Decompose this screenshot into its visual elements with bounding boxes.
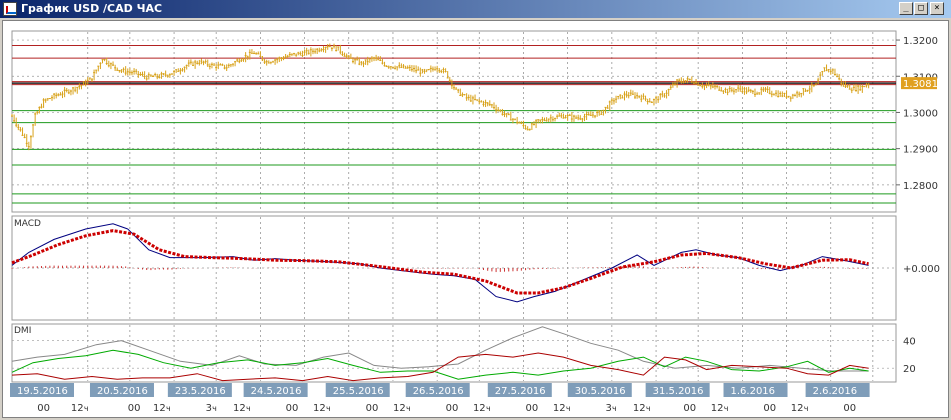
price-y-tick-label: 1.3000 xyxy=(903,108,938,119)
hour-label: 3 xyxy=(606,403,612,414)
price-y-tick-label: 1.2800 xyxy=(903,181,938,192)
hour-suffix: ч xyxy=(646,404,651,413)
hour-label: 00 xyxy=(763,403,776,414)
hour-label: 12 xyxy=(233,403,246,414)
price-y-tick-label: 1.2900 xyxy=(903,145,938,156)
hour-label: 12 xyxy=(393,403,406,414)
hour-label: 12 xyxy=(313,403,326,414)
hour-label: 00 xyxy=(366,403,379,414)
hour-suffix: ч xyxy=(84,404,89,413)
current-price-label: 1.3081 xyxy=(903,79,938,90)
hour-label: 00 xyxy=(128,403,141,414)
date-label: 23.5.2016 xyxy=(175,386,226,397)
date-label: 1.6.2016 xyxy=(731,386,776,397)
date-label: 31.5.2016 xyxy=(653,386,704,397)
date-label: 24.5.2016 xyxy=(251,386,302,397)
hour-suffix: ч xyxy=(804,404,809,413)
hour-suffix: ч xyxy=(212,404,217,413)
hour-label: 00 xyxy=(683,403,696,414)
date-label: 19.5.2016 xyxy=(17,386,68,397)
date-label: 27.5.2016 xyxy=(495,386,546,397)
hour-label: 00 xyxy=(37,403,50,414)
hour-label: 12 xyxy=(473,403,486,414)
dmi-panel xyxy=(11,323,897,383)
date-label: 25.5.2016 xyxy=(333,386,384,397)
chart-canvas[interactable]: 1.32001.31001.30001.29001.28001.3081MACD… xyxy=(0,0,951,420)
macd-y-tick-label: +0.000 xyxy=(903,264,940,275)
hour-label: 3 xyxy=(206,403,212,414)
dmi-panel-label: DMI xyxy=(14,326,31,336)
price-y-tick-label: 1.3200 xyxy=(903,36,938,47)
hour-label: 00 xyxy=(286,403,299,414)
dmi-y-tick-label: 20 xyxy=(903,364,916,375)
date-label: 2.6.2016 xyxy=(813,386,858,397)
hour-label: 00 xyxy=(446,403,459,414)
macd-panel-label: MACD xyxy=(14,219,41,229)
hour-suffix: ч xyxy=(566,404,571,413)
hour-suffix: ч xyxy=(246,404,251,413)
hour-label: 12 xyxy=(633,403,646,414)
hour-suffix: ч xyxy=(166,404,171,413)
hour-label: 00 xyxy=(526,403,539,414)
hour-label: 12 xyxy=(71,403,84,414)
hour-label: 12 xyxy=(791,403,804,414)
hour-label: 12 xyxy=(553,403,566,414)
date-label: 26.5.2016 xyxy=(413,386,464,397)
hour-label: 12 xyxy=(711,403,724,414)
hour-suffix: ч xyxy=(724,404,729,413)
dmi-y-tick-label: 40 xyxy=(903,337,916,348)
hour-suffix: ч xyxy=(486,404,491,413)
hour-suffix: ч xyxy=(406,404,411,413)
date-label: 30.5.2016 xyxy=(575,386,626,397)
hour-label: 12 xyxy=(153,403,166,414)
hour-suffix: ч xyxy=(612,404,617,413)
date-label: 20.5.2016 xyxy=(97,386,148,397)
hour-suffix: ч xyxy=(326,404,331,413)
hour-label: 00 xyxy=(843,403,856,414)
